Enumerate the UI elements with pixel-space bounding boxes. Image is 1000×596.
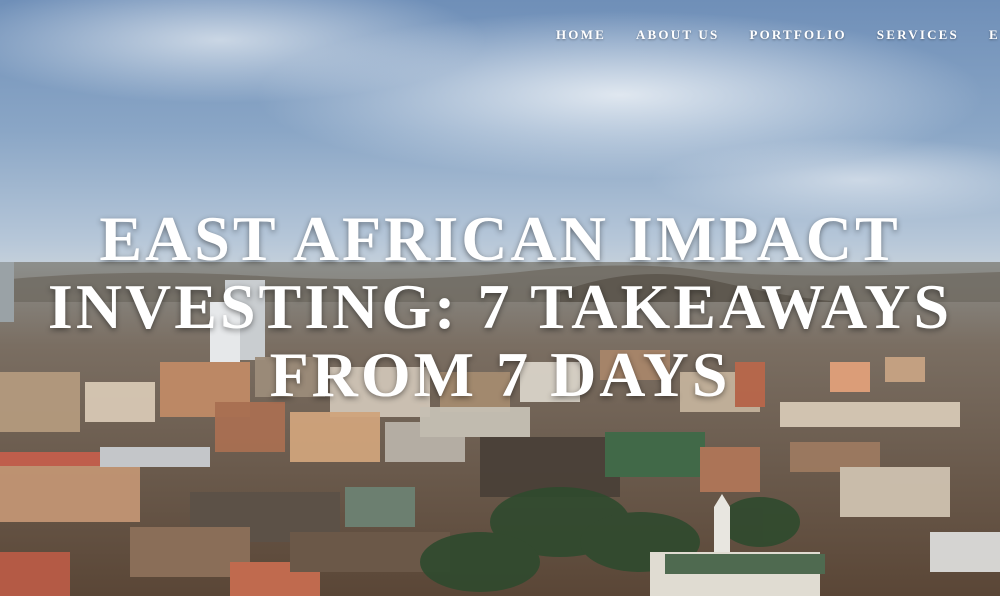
nav-item-services[interactable]: SERVICES — [877, 27, 959, 43]
main-navigation: HOME ABOUT US PORTFOLIO SERVICES EV — [556, 27, 1000, 43]
hero-title-container: EAST AFRICAN IMPACT INVESTING: 7 TAKEAWA… — [0, 205, 1000, 409]
hero-title: EAST AFRICAN IMPACT INVESTING: 7 TAKEAWA… — [0, 205, 1000, 409]
nav-item-about-us[interactable]: ABOUT US — [636, 27, 719, 43]
nav-item-events[interactable]: EV — [989, 27, 1000, 43]
hero-section: HOME ABOUT US PORTFOLIO SERVICES EV EAST… — [0, 0, 1000, 596]
nav-item-portfolio[interactable]: PORTFOLIO — [749, 27, 846, 43]
hero-title-line-2: INVESTING: 7 TAKEAWAYS — [47, 271, 953, 342]
hero-title-line-1: EAST AFRICAN IMPACT — [99, 203, 901, 274]
nav-item-home[interactable]: HOME — [556, 27, 606, 43]
hero-title-line-3: FROM 7 DAYS — [269, 339, 731, 410]
